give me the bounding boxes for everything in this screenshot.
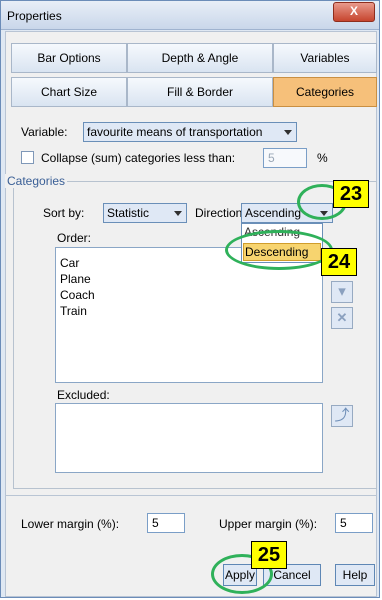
upper-margin-label: Upper margin (%): — [219, 517, 318, 531]
list-item[interactable]: Car — [60, 256, 79, 270]
move-down-button[interactable]: ▾ — [331, 281, 353, 303]
collapse-checkbox[interactable] — [21, 151, 34, 164]
lower-margin-label: Lower margin (%): — [21, 517, 120, 531]
tab-chart-size[interactable]: Chart Size — [11, 77, 127, 107]
collapse-threshold-input[interactable]: 5 — [263, 148, 307, 168]
direction-label: Direction: — [195, 206, 246, 220]
x-icon: ✕ — [336, 310, 348, 325]
variable-label: Variable: — [21, 125, 68, 139]
sort-by-dropdown[interactable]: Statistic — [103, 203, 187, 223]
chevron-down-icon — [174, 211, 182, 216]
annotation-badge-23: 23 — [333, 180, 369, 208]
sort-by-value: Statistic — [107, 206, 150, 220]
lower-margin-input[interactable]: 5 — [147, 513, 185, 533]
help-button[interactable]: Help — [335, 564, 375, 586]
up-arrow-icon: ⤴ — [334, 407, 350, 424]
excluded-list[interactable] — [55, 403, 323, 473]
divider — [5, 495, 377, 496]
sort-by-label: Sort by: — [43, 206, 85, 220]
collapse-label: Collapse (sum) categories less than: — [41, 151, 236, 165]
upper-margin-input[interactable]: 5 — [335, 513, 373, 533]
order-label: Order: — [57, 231, 92, 245]
annotation-badge-25: 25 — [251, 541, 287, 569]
title-bar: Properties X — [1, 1, 379, 30]
direction-value: Ascending — [245, 206, 302, 220]
remove-button[interactable]: ✕ — [331, 307, 353, 329]
chevron-down-icon — [284, 130, 292, 135]
annotation-circle-descending — [225, 230, 333, 270]
list-item[interactable]: Coach — [60, 288, 95, 302]
list-item[interactable]: Plane — [60, 272, 91, 286]
categories-group-label: Categories — [5, 174, 68, 188]
tab-variables[interactable]: Variables — [273, 43, 377, 73]
annotation-badge-24: 24 — [321, 248, 357, 276]
restore-button[interactable]: ⤴ — [331, 405, 353, 427]
tab-fill-border[interactable]: Fill & Border — [127, 77, 273, 107]
tab-bar-options[interactable]: Bar Options — [11, 43, 127, 73]
window-title: Properties — [7, 9, 62, 23]
tab-depth-angle[interactable]: Depth & Angle — [127, 43, 273, 73]
properties-window: Properties X Bar Options Depth & Angle V… — [0, 0, 380, 598]
variable-value: favourite means of transportation — [87, 125, 263, 139]
variable-dropdown[interactable]: favourite means of transportation — [83, 122, 297, 142]
excluded-label: Excluded: — [57, 388, 110, 402]
tab-categories[interactable]: Categories — [273, 77, 377, 107]
close-button[interactable]: X — [333, 2, 375, 22]
collapse-unit: % — [317, 151, 328, 165]
list-item[interactable]: Train — [60, 304, 87, 318]
down-arrow-icon: ▾ — [338, 283, 346, 300]
